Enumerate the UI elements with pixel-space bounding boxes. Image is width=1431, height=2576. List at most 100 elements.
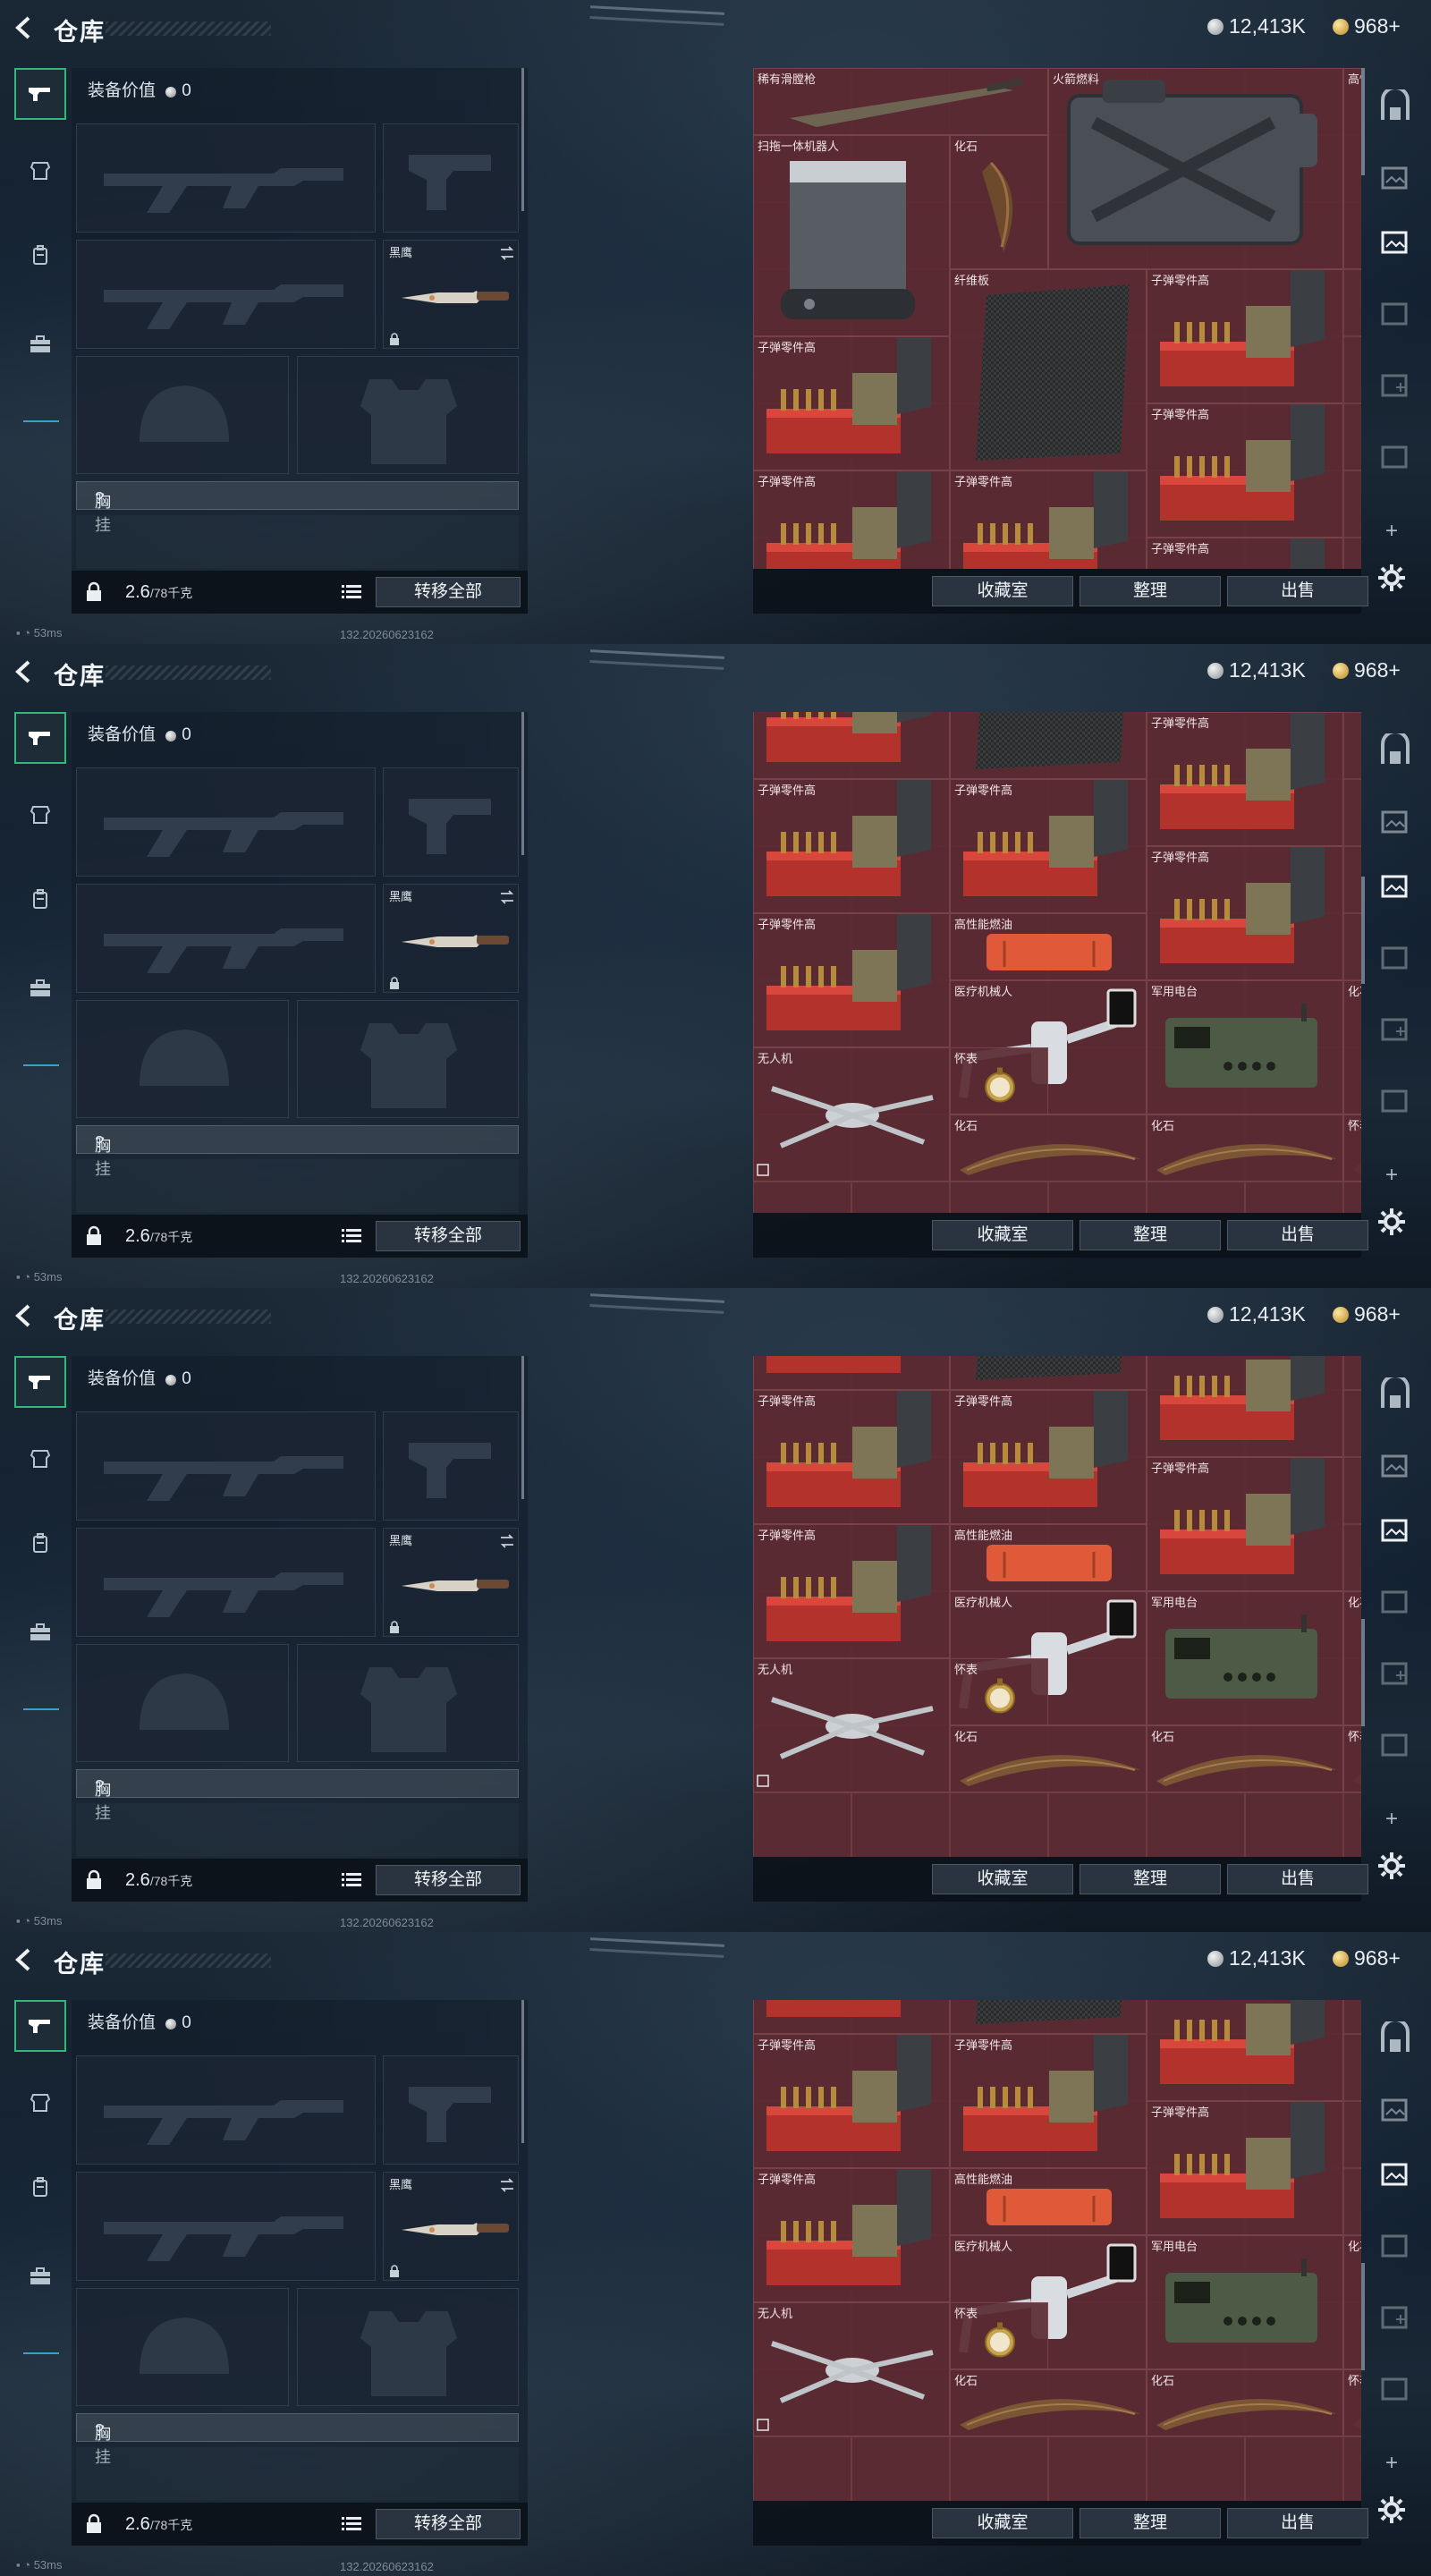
- inventory-item-ammo[interactable]: 子弹零件高: [1147, 538, 1343, 569]
- inventory-item-carbon[interactable]: [950, 1356, 1147, 1390]
- sell-button[interactable]: 出售: [1227, 2508, 1368, 2538]
- add-storage-icon[interactable]: +: [1385, 519, 1398, 544]
- equipment-scrollbar[interactable]: [521, 68, 524, 211]
- inventory-item-ammo[interactable]: [753, 712, 950, 779]
- settings-gear-icon[interactable]: [1377, 1852, 1406, 1880]
- inventory-item-carbon[interactable]: [950, 712, 1147, 779]
- gold-currency[interactable]: 968+: [1333, 658, 1401, 682]
- inventory-item-ammo[interactable]: 子弹零件高: [950, 2033, 1147, 2168]
- grid-cell[interactable]: [1343, 1389, 1361, 1457]
- nav-backpack[interactable]: [14, 229, 66, 281]
- grid-cell[interactable]: [1343, 712, 1361, 779]
- nav-case[interactable]: [14, 2250, 66, 2302]
- chest-rig-help[interactable]: ?: [95, 2421, 104, 2440]
- storage-box-icon[interactable]: [1377, 367, 1413, 402]
- back-arrow-icon[interactable]: [11, 1946, 38, 1973]
- grid-cell[interactable]: [851, 1792, 950, 1857]
- inventory-item-ammo[interactable]: 子弹零件高: [753, 913, 950, 1047]
- inventory-item-claw2[interactable]: 化石: [950, 1724, 1147, 1792]
- nav-weapon[interactable]: [14, 1356, 66, 1408]
- storage-box-icon[interactable]: [1377, 1726, 1413, 1762]
- padlock-icon[interactable]: [84, 1869, 104, 1891]
- inventory-item-ammo[interactable]: 子弹零件高: [753, 1389, 950, 1524]
- inventory-scrollbar[interactable]: [1361, 1619, 1365, 1726]
- padlock-icon[interactable]: [84, 581, 104, 603]
- padlock-icon[interactable]: [84, 1225, 104, 1247]
- grid-cell[interactable]: [1245, 1182, 1343, 1213]
- inventory-item-radio[interactable]: 军用电台: [1147, 1590, 1343, 1725]
- primary-weapon-slot[interactable]: [76, 2055, 376, 2165]
- inventory-item-watch[interactable]: 怀表: [950, 1047, 1048, 1114]
- sell-button[interactable]: 出售: [1227, 1864, 1368, 1894]
- storage-box-icon[interactable]: [1377, 2370, 1413, 2406]
- gold-currency[interactable]: 968+: [1333, 1302, 1401, 1326]
- pistol-slot[interactable]: [383, 767, 519, 877]
- inventory-item-watch[interactable]: 怀表: [950, 2301, 1048, 2369]
- inventory-item-carbon[interactable]: [950, 2000, 1147, 2034]
- grid-cell[interactable]: [1147, 1792, 1245, 1857]
- safe-box-icon[interactable]: [1377, 89, 1413, 125]
- grid-cell[interactable]: [851, 2436, 950, 2501]
- pistol-slot[interactable]: [383, 2055, 519, 2165]
- sort-button[interactable]: 整理: [1080, 576, 1221, 606]
- pistol-slot[interactable]: [383, 1411, 519, 1521]
- list-icon[interactable]: [342, 2515, 361, 2533]
- storage-box-icon[interactable]: [1377, 1512, 1413, 1547]
- storage-box-icon[interactable]: [1377, 1583, 1413, 1619]
- inventory-item-ammo[interactable]: 子弹零件高: [1147, 269, 1343, 403]
- back-arrow-icon[interactable]: [11, 14, 38, 41]
- grid-cell[interactable]: [1343, 336, 1361, 403]
- gold-add[interactable]: +: [1388, 1302, 1400, 1326]
- storage-box-icon[interactable]: [1377, 2299, 1413, 2334]
- inventory-item-ammo[interactable]: 子弹零件高: [753, 336, 950, 470]
- grid-cell[interactable]: [753, 2436, 851, 2501]
- silver-currency[interactable]: 12,413K: [1207, 1946, 1306, 1970]
- storage-box-icon[interactable]: [1377, 224, 1413, 259]
- inventory-item-ammo[interactable]: 子弹零件高: [753, 2033, 950, 2168]
- inventory-item-ammo[interactable]: 子弹零件高: [1147, 1456, 1343, 1591]
- nav-case[interactable]: [14, 318, 66, 370]
- grid-cell[interactable]: [753, 1182, 851, 1213]
- inventory-item-ammo[interactable]: 子弹零件高: [950, 470, 1147, 569]
- storage-box-icon[interactable]: [1377, 1655, 1413, 1690]
- inventory-item-ammo[interactable]: [753, 2000, 950, 2034]
- safe-box-icon[interactable]: [1377, 733, 1413, 769]
- chest-rig-slot[interactable]: 胸挂 ?: [76, 1125, 519, 1178]
- chest-rig-help[interactable]: ?: [95, 1133, 104, 1152]
- chest-rig-slot[interactable]: 胸挂 ?: [76, 2413, 519, 2466]
- silver-currency[interactable]: 12,413K: [1207, 1302, 1306, 1326]
- melee-slot[interactable]: 黑鹰: [383, 884, 519, 993]
- grid-cell[interactable]: [1343, 1456, 1361, 1524]
- nav-backpack[interactable]: [14, 873, 66, 925]
- grid-cell[interactable]: [1343, 1182, 1361, 1213]
- add-storage-icon[interactable]: +: [1385, 1807, 1398, 1832]
- settings-gear-icon[interactable]: [1377, 1208, 1406, 1236]
- inventory-scrollbar[interactable]: [1361, 2263, 1365, 2370]
- equipment-scrollbar[interactable]: [521, 1356, 524, 1499]
- inventory-item-ammo[interactable]: 子弹零件高: [753, 470, 950, 569]
- body-armor-slot[interactable]: [297, 1000, 519, 1118]
- helmet-slot[interactable]: [76, 1000, 289, 1118]
- storage-box-icon[interactable]: [1377, 438, 1413, 474]
- inventory-item-claw[interactable]: 化石: [1343, 1590, 1361, 1725]
- add-storage-icon[interactable]: +: [1385, 2451, 1398, 2476]
- inventory-item-fuelbox[interactable]: 高性能燃油: [950, 913, 1147, 980]
- grid-cell[interactable]: [1343, 1356, 1361, 1390]
- storage-box-icon[interactable]: [1377, 1011, 1413, 1046]
- grid-cell[interactable]: [1048, 1792, 1147, 1857]
- gold-add[interactable]: +: [1388, 1946, 1400, 1970]
- inventory-item-fuelbox[interactable]: 高性能燃油: [950, 2167, 1147, 2235]
- sort-button[interactable]: 整理: [1080, 1864, 1221, 1894]
- chest-rig-slot[interactable]: 胸挂 ?: [76, 481, 519, 534]
- grid-cell[interactable]: [753, 1792, 851, 1857]
- inventory-item-ammo[interactable]: 子弹零件高: [1147, 403, 1343, 538]
- helmet-slot[interactable]: [76, 356, 289, 474]
- grid-cell[interactable]: [1147, 2436, 1245, 2501]
- grid-cell[interactable]: [950, 1182, 1048, 1213]
- inventory-item-ammo[interactable]: 子弹零件高: [950, 1389, 1147, 1524]
- storage-box-icon[interactable]: [1377, 1082, 1413, 1118]
- settings-gear-icon[interactable]: [1377, 564, 1406, 592]
- inventory-item-claw[interactable]: 化石: [1343, 2234, 1361, 2369]
- inventory-item-ammo[interactable]: [753, 1356, 950, 1390]
- grid-cell[interactable]: [1343, 1523, 1361, 1591]
